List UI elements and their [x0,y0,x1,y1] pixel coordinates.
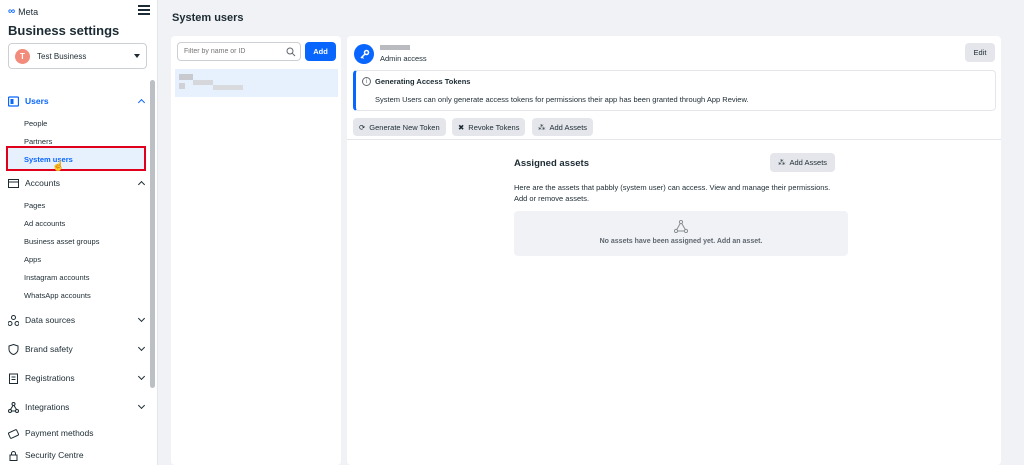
sidebar-item-business-asset-groups[interactable]: Business asset groups [24,237,99,246]
search-icon [286,47,296,59]
system-users-list-panel: Add [171,36,341,465]
assets-icon: ⁂ [538,122,546,132]
add-assets-button[interactable]: ⁂ Add Assets [532,118,594,136]
info-notice: i Generating Access Tokens System Users … [353,70,996,111]
nav-group-brand-safety[interactable]: Brand safety [8,340,146,358]
info-title: Generating Access Tokens [375,77,471,86]
chevron-down-icon [137,314,146,323]
sidebar-item-partners[interactable]: Partners [24,137,52,146]
integrations-icon [8,401,19,413]
business-avatar: T [15,48,30,64]
assets-icon: ⁂ [778,158,786,167]
redacted-name [179,83,185,89]
nav-group-integrations[interactable]: Integrations [8,398,146,416]
nav-group-users[interactable]: Users [8,92,146,110]
info-icon: i [362,77,371,86]
search-field[interactable] [177,42,301,61]
chevron-up-icon [137,98,146,107]
accounts-icon [8,178,19,189]
add-assets-label: Add Assets [549,122,588,132]
nav-label-integrations: Integrations [25,402,70,412]
caret-down-icon [134,54,140,58]
meta-logo-icon: ∞ [8,6,16,17]
nav-group-payment-methods[interactable]: Payment methods [8,424,146,442]
business-name: Test Business [37,51,87,61]
revoke-icon: ✖ [458,122,465,132]
empty-assets-state: No assets have been assigned yet. Add an… [514,211,848,256]
edit-button[interactable]: Edit [965,43,995,62]
generate-new-token-button[interactable]: ⟳ Generate New Token [353,118,446,136]
add-system-user-button[interactable]: Add [305,42,336,61]
system-user-detail-panel: Admin access Edit i Generating Access To… [347,36,1001,465]
redacted-name [179,74,193,80]
sidebar-item-apps[interactable]: Apps [24,255,41,264]
redacted-user-name [380,45,410,50]
data-sources-icon [8,314,19,326]
nav-group-accounts[interactable]: Accounts [8,174,146,192]
nav-label-payment-methods: Payment methods [25,428,94,438]
assigned-assets-description: Here are the assets that pabbly (system … [514,183,831,203]
chevron-up-icon [137,180,146,189]
hand-cursor-icon: ☝ [52,161,65,172]
nav-group-registrations[interactable]: Registrations [8,369,146,387]
search-input[interactable] [184,48,284,55]
generate-new-token-label: Generate New Token [369,122,440,132]
redacted-name [213,85,243,90]
nav-group-security-centre[interactable]: Security Centre [8,446,146,464]
info-text: System Users can only generate access to… [375,95,749,104]
business-selector[interactable]: T Test Business [8,43,147,69]
shield-icon [8,343,19,355]
sidebar-scrollbar[interactable] [150,80,155,388]
sidebar-item-pages[interactable]: Pages [24,201,45,210]
empty-assets-text: No assets have been assigned yet. Add an… [599,238,763,245]
sidebar-item-people[interactable]: People [24,119,47,128]
sidebar-item-system-users-label: System users [24,155,73,164]
sidebar: ∞ Meta Business settings T Test Business… [0,0,158,465]
system-user-list-item[interactable] [175,69,338,97]
payment-icon [8,428,19,439]
nav-label-brand-safety: Brand safety [25,344,73,354]
user-header-card: Admin access Edit i Generating Access To… [347,36,1001,140]
user-role: Admin access [380,54,427,63]
sidebar-item-instagram-accounts[interactable]: Instagram accounts [24,273,89,282]
nav-label-users: Users [25,96,49,106]
assets-empty-icon [673,219,689,235]
chevron-down-icon [137,401,146,410]
nav-group-data-sources[interactable]: Data sources [8,311,146,329]
assigned-add-assets-label: Add Assets [789,158,828,167]
nav-label-security-centre: Security Centre [25,450,84,460]
sidebar-item-whatsapp-accounts[interactable]: WhatsApp accounts [24,291,91,300]
refresh-icon: ⟳ [359,122,366,132]
meta-brand: ∞ Meta [8,6,38,17]
nav-label-data-sources: Data sources [25,315,76,325]
sidebar-item-ad-accounts[interactable]: Ad accounts [24,219,65,228]
revoke-tokens-label: Revoke Tokens [468,122,520,132]
nav-label-registrations: Registrations [25,373,75,383]
users-icon [8,95,19,107]
redacted-name [193,80,213,85]
chevron-down-icon [137,343,146,352]
revoke-tokens-button[interactable]: ✖ Revoke Tokens [452,118,526,136]
assigned-assets-title: Assigned assets [514,158,589,169]
page-title: System users [172,12,244,24]
sidebar-title: Business settings [8,23,120,38]
registrations-icon [8,373,19,384]
brand-name: Meta [18,6,39,17]
key-icon [354,44,374,64]
lock-icon [8,450,19,461]
chevron-down-icon [137,372,146,381]
assigned-add-assets-button[interactable]: ⁂ Add Assets [770,153,836,172]
menu-icon[interactable] [138,5,150,15]
sidebar-item-system-users[interactable]: System users [6,146,146,171]
nav-label-accounts: Accounts [25,178,60,188]
